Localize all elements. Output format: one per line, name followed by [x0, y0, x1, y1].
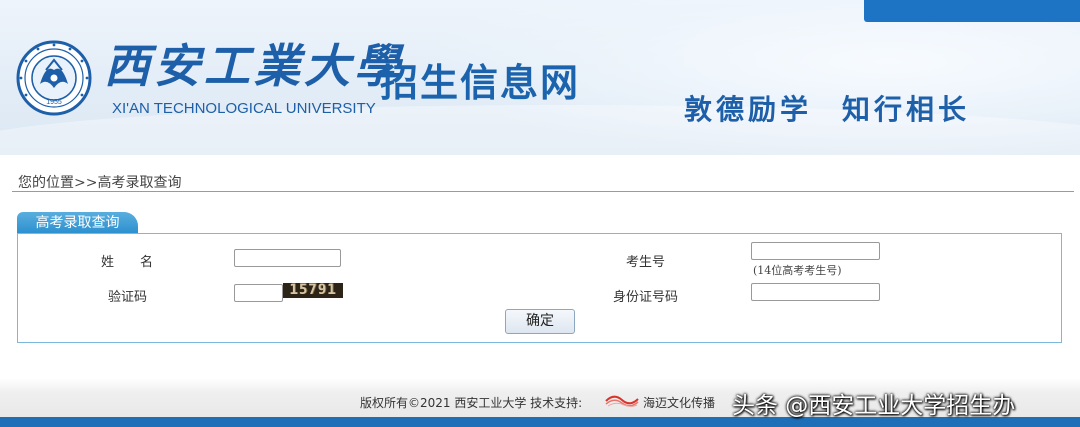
tab-admission-query[interactable]: 高考录取查询 [17, 212, 138, 234]
name-label: 姓 名 [101, 255, 154, 270]
copyright-text: 版权所有©2021 西安工业大学 技术支持: [360, 396, 583, 410]
submit-button[interactable]: 确定 [505, 309, 575, 334]
motto-part-1: 敦德励学 [684, 93, 813, 126]
captcha-label: 验证码 [108, 290, 148, 305]
breadcrumb-divider [12, 191, 1074, 192]
motto-part-2: 知行相长 [842, 93, 971, 126]
watermark-text: 头条 @西安工业大学招生办 [732, 393, 1016, 419]
university-emblem-icon[interactable]: 1955 [16, 40, 92, 116]
id-number-input[interactable] [751, 283, 880, 301]
sponsor-link[interactable]: 海迈文化传播 [643, 394, 715, 411]
university-name-cn: 西安工業大學 [104, 39, 404, 93]
site-title: 招生信息网 [380, 61, 581, 105]
top-nav-tab[interactable] [864, 0, 1080, 22]
exam-number-label: 考生号 [626, 255, 666, 270]
sponsor-logo-icon [605, 395, 639, 407]
university-name-en: XI'AN TECHNOLOGICAL UNIVERSITY [112, 100, 376, 117]
exam-number-hint: (14位高考考生号) [753, 264, 842, 277]
name-input[interactable] [234, 249, 341, 267]
exam-number-input[interactable] [751, 242, 880, 260]
emblem-year: 1955 [46, 99, 62, 106]
breadcrumb: 您的位置>>高考录取查询 [18, 175, 182, 191]
captcha-image[interactable]: 15791 [283, 283, 343, 298]
captcha-input[interactable] [234, 284, 283, 302]
id-number-label: 身份证号码 [613, 290, 679, 305]
university-motto: 敦德励学 知行相长 [684, 88, 1000, 128]
